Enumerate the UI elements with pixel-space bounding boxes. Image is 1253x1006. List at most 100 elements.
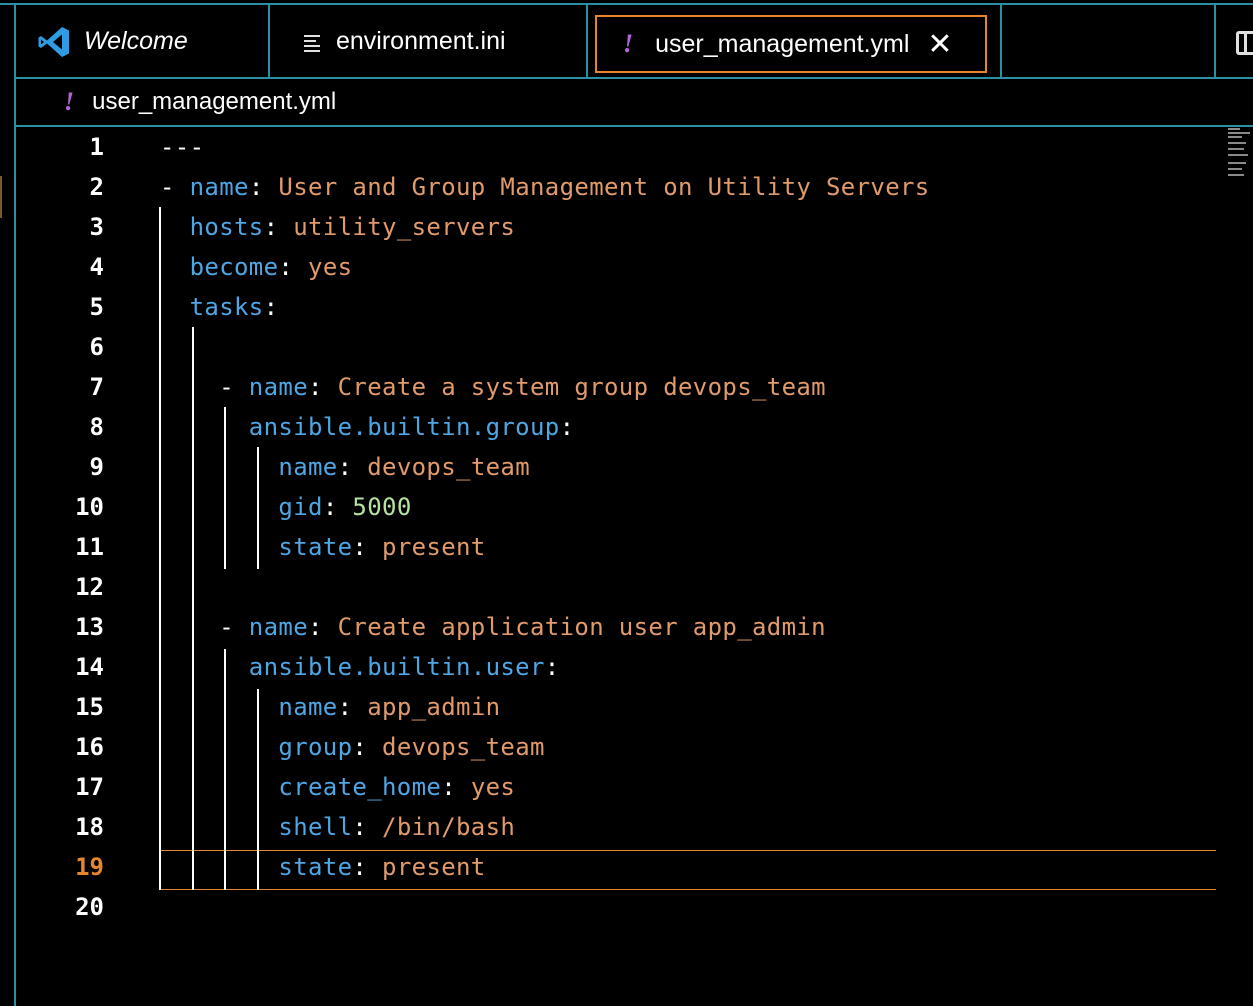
- line-number: 9: [89, 453, 104, 481]
- line-code: become: yes: [160, 247, 352, 287]
- line-code: ansible.builtin.group:: [160, 407, 574, 447]
- code-line[interactable]: 18 shell: /bin/bash: [16, 807, 1253, 847]
- code-token: :: [322, 493, 353, 521]
- code-token: :: [352, 533, 383, 561]
- code-token: name: [248, 373, 308, 401]
- code-line[interactable]: 2 - name: User and Group Management on Ut…: [16, 167, 1253, 207]
- code-token: :: [352, 813, 383, 841]
- line-number: 6: [89, 333, 104, 361]
- tab-user-management-yml[interactable]: ! user_management.yml ✕: [595, 15, 987, 73]
- line-code: ---: [160, 127, 204, 167]
- vscode-logo-icon: [38, 26, 69, 57]
- yaml-file-icon: !: [623, 29, 634, 58]
- code-token: shell: [278, 813, 353, 841]
- code-line[interactable]: 10 gid: 5000: [16, 487, 1253, 527]
- code-token: yes: [308, 253, 353, 281]
- code-token: :: [278, 253, 309, 281]
- code-line[interactable]: 4 become: yes: [16, 247, 1253, 287]
- line-number: 15: [75, 693, 104, 721]
- tab-welcome[interactable]: Welcome: [16, 5, 270, 78]
- line-number: 10: [75, 493, 104, 521]
- line-code: name: app_admin: [160, 687, 500, 727]
- code-token: -: [160, 613, 249, 641]
- split-editor-icon[interactable]: [1236, 31, 1253, 55]
- code-token: :: [441, 773, 471, 801]
- line-number: 3: [89, 213, 104, 241]
- code-token: present: [382, 533, 486, 561]
- line-code: gid: 5000: [160, 487, 412, 527]
- code-token: /bin/bash: [382, 813, 516, 841]
- code-token: User and Group Management on Utility Ser…: [278, 173, 930, 201]
- code-token: :: [337, 693, 368, 721]
- code-token: state: [278, 853, 353, 881]
- code-token: ansible.builtin.group: [248, 413, 560, 441]
- code-token: devops_team: [382, 733, 545, 761]
- scroll-marker: [0, 176, 2, 218]
- tab-environment-ini[interactable]: environment.ini: [270, 5, 588, 78]
- code-token: :: [263, 213, 294, 241]
- tab-bar: Welcome environment.ini ! user_managemen…: [16, 5, 1253, 78]
- code-line[interactable]: 11 state: present: [16, 527, 1253, 567]
- code-line[interactable]: 16 group: devops_team: [16, 727, 1253, 767]
- tab-label: Welcome: [84, 27, 188, 55]
- code-line[interactable]: 12: [16, 567, 1253, 607]
- line-code: - name: Create a system group devops_tea…: [160, 367, 826, 407]
- line-number: 7: [89, 373, 104, 401]
- line-number: 13: [75, 613, 104, 641]
- code-line[interactable]: 14 ansible.builtin.user:: [16, 647, 1253, 687]
- line-number: 12: [75, 573, 104, 601]
- code-token: name: [278, 693, 338, 721]
- line-number: 8: [89, 413, 104, 441]
- line-code: create_home: yes: [160, 767, 515, 807]
- code-line[interactable]: 15 name: app_admin: [16, 687, 1253, 727]
- ini-file-icon: [304, 33, 322, 52]
- code-token: :: [352, 733, 383, 761]
- code-line[interactable]: 8 ansible.builtin.group:: [16, 407, 1253, 447]
- code-line[interactable]: 3 hosts: utility_servers: [16, 207, 1253, 247]
- code-token: create_home: [278, 773, 442, 801]
- code-token: :: [352, 853, 383, 881]
- close-icon[interactable]: ✕: [927, 27, 952, 62]
- code-line[interactable]: 20: [16, 887, 1253, 927]
- line-code: shell: /bin/bash: [160, 807, 515, 847]
- code-line[interactable]: 13 - name: Create application user app_a…: [16, 607, 1253, 647]
- line-number: 2: [89, 173, 104, 201]
- code-editor[interactable]: 1 --- 2 - name: User and Group Management o…: [16, 127, 1253, 1006]
- code-line[interactable]: 5 tasks:: [16, 287, 1253, 327]
- code-token: :: [248, 173, 279, 201]
- code-token: name: [278, 453, 338, 481]
- line-number: 19: [75, 853, 104, 881]
- breadcrumb-file[interactable]: user_management.yml: [92, 88, 336, 116]
- code-line[interactable]: 6: [16, 327, 1253, 367]
- code-token: devops_team: [367, 453, 531, 481]
- code-line[interactable]: 7 - name: Create a system group devops_t…: [16, 367, 1253, 407]
- minimap[interactable]: [1228, 128, 1250, 180]
- code-line[interactable]: 1 ---: [16, 127, 1253, 167]
- line-code: state: present: [160, 847, 486, 887]
- code-token: gid: [278, 493, 323, 521]
- code-token: -: [160, 373, 249, 401]
- code-token: ---: [160, 133, 205, 161]
- code-line[interactable]: 19 state: present: [16, 847, 1253, 887]
- code-token: :: [263, 293, 279, 321]
- code-token: yes: [470, 773, 516, 801]
- code-line[interactable]: 17 create_home: yes: [16, 767, 1253, 807]
- line-number: 20: [75, 893, 104, 921]
- code-token: name: [189, 173, 249, 201]
- line-code: - name: Create application user app_admi…: [160, 607, 826, 647]
- line-number: 16: [75, 733, 104, 761]
- code-token: tasks: [189, 293, 264, 321]
- line-code: - name: User and Group Management on Uti…: [160, 167, 930, 207]
- code-token: -: [160, 173, 190, 201]
- code-line[interactable]: 9 name: devops_team: [16, 447, 1253, 487]
- code-token: :: [559, 413, 575, 441]
- code-token: hosts: [189, 213, 264, 241]
- line-code: group: devops_team: [160, 727, 545, 767]
- line-number: 5: [89, 293, 104, 321]
